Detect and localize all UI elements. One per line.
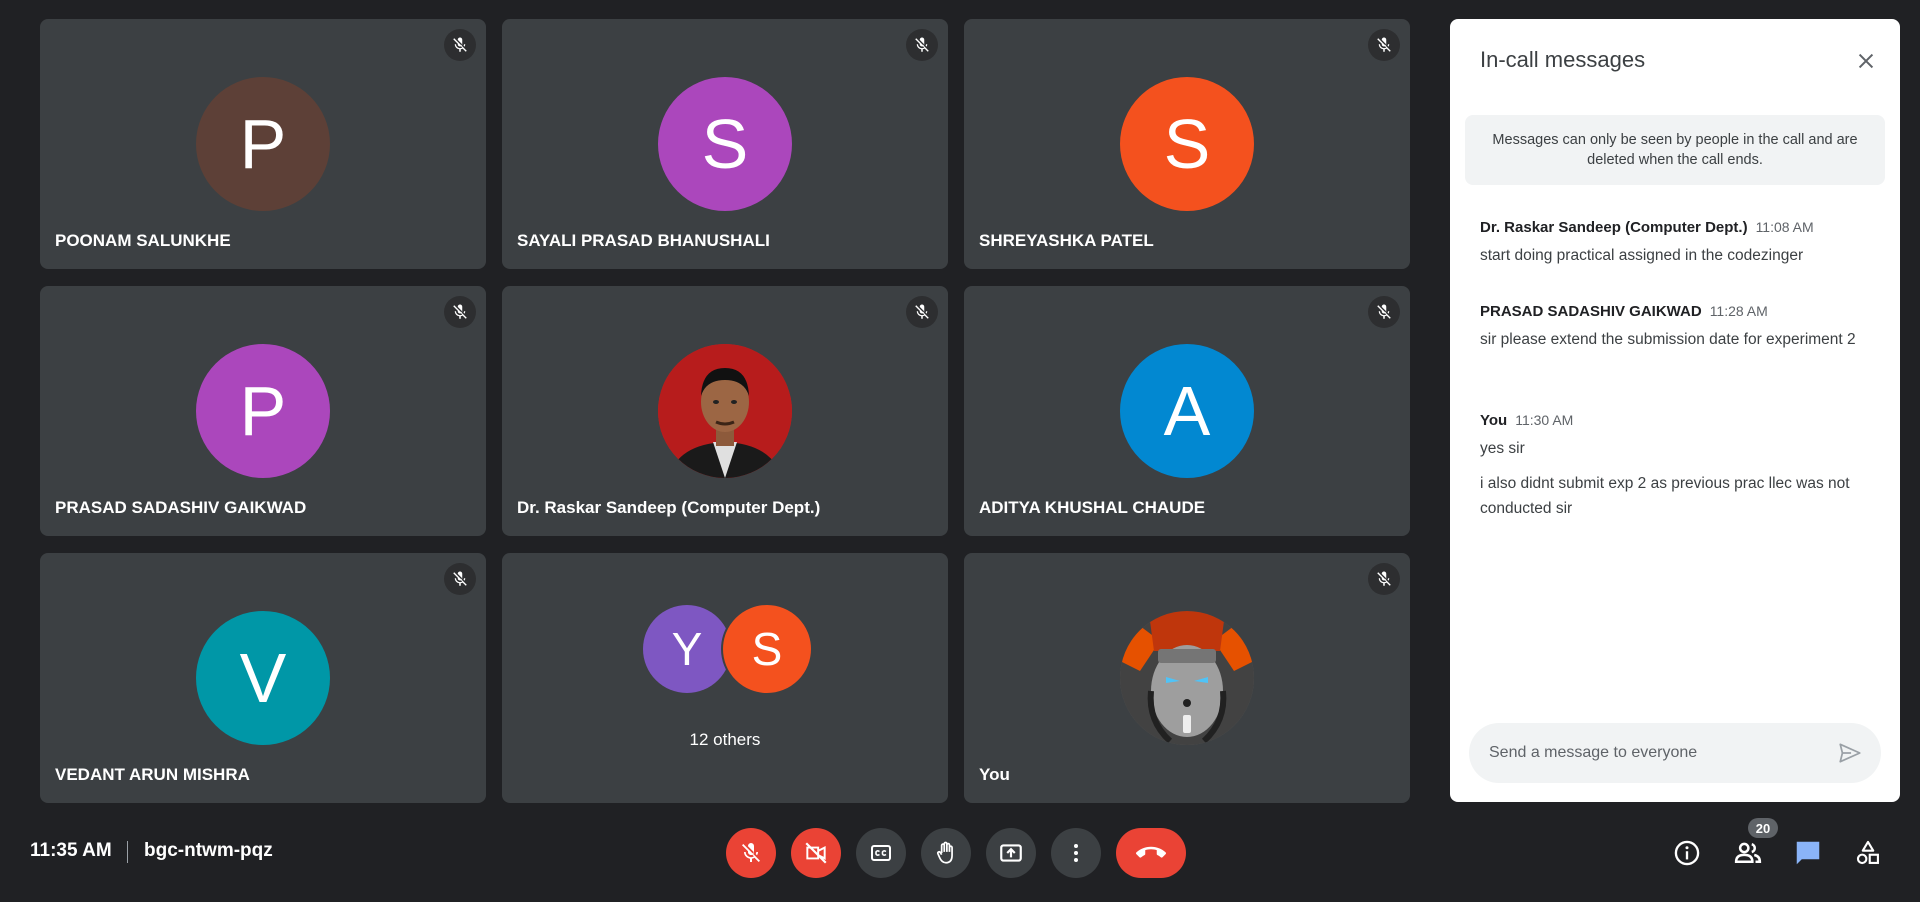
message-text: i also didnt submit exp 2 as previous pr… bbox=[1480, 475, 1850, 517]
chat-message: PRASAD SADASHIV GAIKWAD 11:28 AM sir plea… bbox=[1480, 303, 1880, 352]
mic-off-icon bbox=[444, 29, 476, 61]
more-vert-icon bbox=[1074, 844, 1078, 862]
participant-tile[interactable]: A ADITYA KHUSHAL CHAUDE bbox=[964, 286, 1410, 536]
meeting-code: bgc-ntwm-pqz bbox=[144, 840, 273, 861]
send-button[interactable] bbox=[1837, 740, 1863, 766]
chat-message: Dr. Raskar Sandeep (Computer Dept.) 11:08… bbox=[1480, 219, 1880, 268]
mic-off-icon bbox=[906, 29, 938, 61]
present-icon bbox=[1000, 844, 1022, 862]
avatar: S bbox=[721, 603, 813, 695]
avatar: V bbox=[196, 611, 330, 745]
microphone-toggle-button[interactable] bbox=[726, 828, 776, 878]
participant-name: SAYALI PRASAD BHANUSHALI bbox=[517, 231, 770, 250]
participant-tile[interactable]: S SHREYASHKA PATEL bbox=[964, 19, 1410, 269]
participant-tile[interactable]: Dr. Raskar Sandeep (Computer Dept.) bbox=[502, 286, 948, 536]
participant-tile[interactable]: P PRASAD SADASHIV GAIKWAD bbox=[40, 286, 486, 536]
closed-captions-icon bbox=[871, 845, 891, 861]
message-input-box bbox=[1469, 723, 1881, 783]
participant-name: You bbox=[979, 765, 1010, 784]
info-icon bbox=[1674, 840, 1700, 866]
mic-off-icon bbox=[444, 563, 476, 595]
leave-call-button[interactable] bbox=[1116, 828, 1186, 878]
in-call-messages-panel: In-call messages Messages can only be se… bbox=[1450, 19, 1900, 802]
message-time: 11:08 AM bbox=[1755, 219, 1814, 235]
bottom-control-bar: 11:35 AM bgc-ntwm-pqz 20 bbox=[0, 804, 1920, 902]
message-time: 11:30 AM bbox=[1515, 412, 1574, 428]
others-count-label: 12 others bbox=[689, 730, 761, 749]
raise-hand-button[interactable] bbox=[921, 828, 971, 878]
mic-off-icon bbox=[742, 843, 760, 862]
send-icon bbox=[1839, 743, 1861, 763]
activities-button[interactable] bbox=[1845, 830, 1891, 876]
divider bbox=[127, 841, 128, 863]
mic-off-icon bbox=[906, 296, 938, 328]
message-text: yes sir bbox=[1480, 440, 1525, 457]
participant-name: POONAM SALUNKHE bbox=[55, 231, 231, 250]
chat-icon bbox=[1796, 841, 1820, 865]
participant-name: ADITYA KHUSHAL CHAUDE bbox=[979, 498, 1206, 517]
chat-button[interactable] bbox=[1785, 830, 1831, 876]
avatar: P bbox=[196, 77, 330, 211]
chat-message: You 11:30 AM yes sir i also didnt submit … bbox=[1480, 412, 1880, 521]
participant-name: SHREYASHKA PATEL bbox=[979, 231, 1154, 250]
mic-off-icon bbox=[1368, 29, 1400, 61]
message-sender: You bbox=[1480, 412, 1508, 429]
avatar: P bbox=[196, 344, 330, 478]
close-icon bbox=[1858, 53, 1874, 69]
meeting-details-button[interactable] bbox=[1664, 830, 1710, 876]
hand-icon bbox=[937, 841, 953, 864]
activities-icon bbox=[1856, 840, 1879, 865]
message-text: sir please extend the submission date fo… bbox=[1480, 331, 1856, 348]
avatar: S bbox=[658, 77, 792, 211]
participant-name: VEDANT ARUN MISHRA bbox=[55, 765, 250, 784]
avatar: A bbox=[1120, 344, 1254, 478]
camera-off-icon bbox=[805, 842, 827, 864]
people-icon bbox=[1734, 842, 1762, 863]
profile-photo-avatar bbox=[1120, 611, 1254, 745]
participant-name: Dr. Raskar Sandeep (Computer Dept.) bbox=[517, 498, 821, 517]
more-options-button[interactable] bbox=[1051, 828, 1101, 878]
participant-tile[interactable]: S SAYALI PRASAD BHANUSHALI bbox=[502, 19, 948, 269]
avatar: S bbox=[1120, 77, 1254, 211]
chat-notice: Messages can only be seen by people in t… bbox=[1465, 115, 1885, 185]
others-tile[interactable]: Y S 12 others bbox=[502, 553, 948, 803]
message-input[interactable] bbox=[1487, 743, 1837, 763]
participant-tile[interactable]: V VEDANT ARUN MISHRA bbox=[40, 553, 486, 803]
mic-off-icon bbox=[444, 296, 476, 328]
message-time: 11:28 AM bbox=[1709, 303, 1768, 319]
profile-photo-avatar bbox=[658, 344, 792, 478]
panel-title: In-call messages bbox=[1480, 47, 1646, 72]
participant-name: PRASAD SADASHIV GAIKWAD bbox=[55, 498, 307, 517]
message-text: start doing practical assigned in the co… bbox=[1480, 247, 1804, 264]
mic-off-icon bbox=[1368, 296, 1400, 328]
captions-button[interactable] bbox=[856, 828, 906, 878]
end-call-icon bbox=[1136, 846, 1166, 858]
people-count-badge: 20 bbox=[1748, 818, 1778, 838]
current-time: 11:35 AM bbox=[30, 840, 112, 861]
participant-tile[interactable]: P POONAM SALUNKHE bbox=[40, 19, 486, 269]
present-screen-button[interactable] bbox=[986, 828, 1036, 878]
camera-toggle-button[interactable] bbox=[791, 828, 841, 878]
close-button[interactable] bbox=[1850, 45, 1882, 77]
message-sender: Dr. Raskar Sandeep (Computer Dept.) bbox=[1480, 219, 1748, 236]
avatar: Y bbox=[643, 605, 731, 693]
message-sender: PRASAD SADASHIV GAIKWAD bbox=[1480, 303, 1702, 320]
participant-tile-self[interactable]: You bbox=[964, 553, 1410, 803]
mic-off-icon bbox=[1368, 563, 1400, 595]
participant-grid: P POONAM SALUNKHE S SAYALI PRASAD BHANUS… bbox=[40, 19, 1410, 804]
